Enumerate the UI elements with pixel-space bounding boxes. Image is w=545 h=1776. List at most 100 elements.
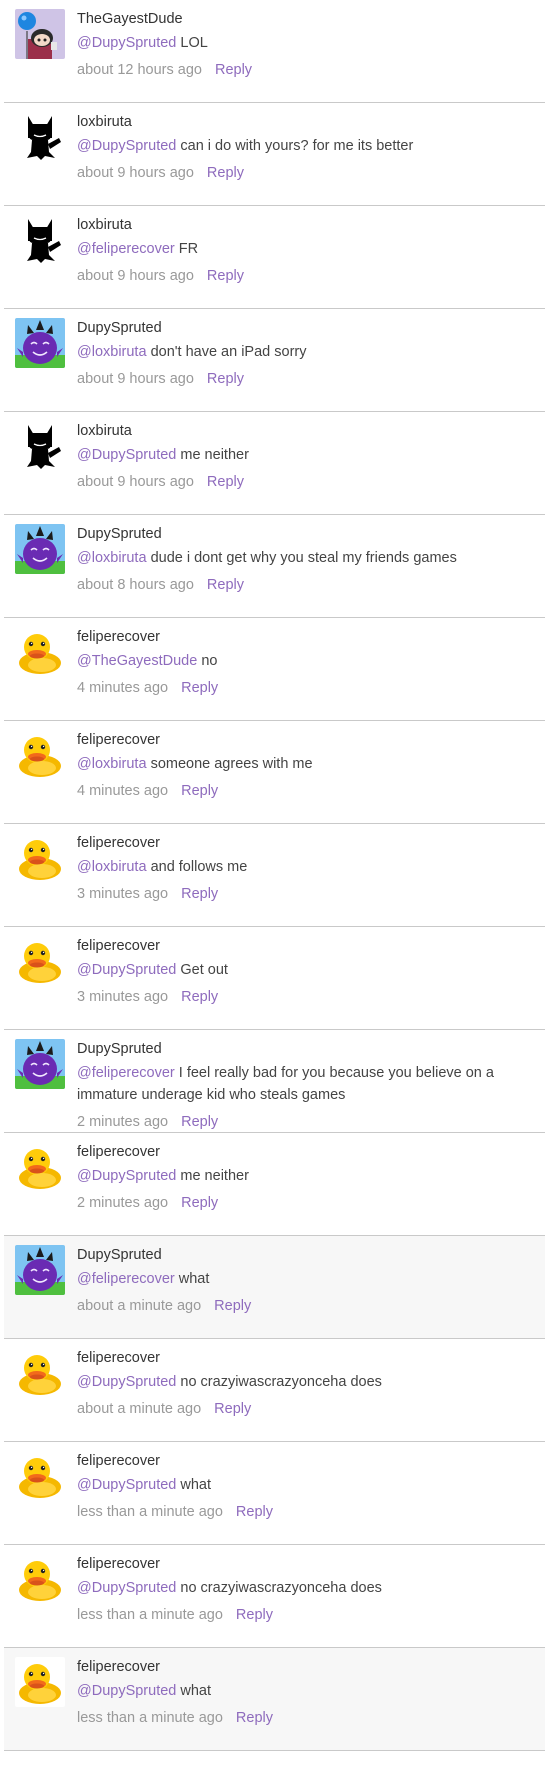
comment-meta: 2 minutes ago Reply	[77, 1192, 535, 1214]
mention-link[interactable]: @DupySpruted	[77, 1374, 176, 1390]
purple-creature-avatar[interactable]	[15, 524, 65, 574]
comment-username[interactable]: loxbiruta	[77, 113, 535, 131]
mention-link[interactable]: @DupySpruted	[77, 1580, 176, 1596]
comment-text: @feliperecover what	[77, 1268, 535, 1290]
comment-text: @DupySpruted no crazyiwascrazyonceha doe…	[77, 1577, 535, 1599]
comment-text: @loxbiruta someone agrees with me	[77, 753, 535, 775]
mention-link[interactable]: @DupySpruted	[77, 1168, 176, 1184]
comment-message: Get out	[180, 962, 228, 978]
mention-link[interactable]: @TheGayestDude	[77, 653, 197, 669]
comment-text: @feliperecover I feel really bad for you…	[77, 1062, 535, 1106]
reply-link[interactable]: Reply	[236, 1607, 273, 1623]
reply-link[interactable]: Reply	[215, 62, 252, 78]
comment-meta: about 8 hours ago Reply	[77, 574, 535, 596]
reply-link[interactable]: Reply	[214, 1298, 251, 1314]
mention-link[interactable]: @loxbiruta	[77, 550, 147, 566]
comment-username[interactable]: feliperecover	[77, 1658, 535, 1676]
comment-meta: less than a minute ago Reply	[77, 1501, 535, 1523]
mention-link[interactable]: @loxbiruta	[77, 756, 147, 772]
comment-item: feliperecover @TheGayestDude no 4 minutes …	[4, 618, 545, 721]
comment-username[interactable]: loxbiruta	[77, 216, 535, 234]
mention-link[interactable]: @loxbiruta	[77, 859, 147, 875]
reply-link[interactable]: Reply	[181, 886, 218, 902]
rubber-duck-avatar[interactable]	[15, 730, 65, 780]
comment-username[interactable]: loxbiruta	[77, 422, 535, 440]
purple-creature-avatar[interactable]	[15, 1039, 65, 1089]
reply-link[interactable]: Reply	[236, 1710, 273, 1726]
reply-link[interactable]: Reply	[214, 1401, 251, 1417]
reply-link[interactable]: Reply	[207, 371, 244, 387]
comment-username[interactable]: DupySpruted	[77, 525, 535, 543]
comment-username[interactable]: feliperecover	[77, 1143, 535, 1161]
comment-username[interactable]: feliperecover	[77, 1555, 535, 1573]
comment-meta: less than a minute ago Reply	[77, 1604, 535, 1626]
mention-link[interactable]: @feliperecover	[77, 241, 175, 257]
reply-link[interactable]: Reply	[181, 1195, 218, 1211]
reply-link[interactable]: Reply	[181, 680, 218, 696]
mention-link[interactable]: @feliperecover	[77, 1271, 175, 1287]
comment-username[interactable]: DupySpruted	[77, 1246, 535, 1264]
rubber-duck-avatar[interactable]	[15, 1142, 65, 1192]
black-cat-avatar[interactable]	[15, 112, 65, 162]
comment-item: feliperecover @DupySpruted me neither 2 mi…	[4, 1133, 545, 1236]
comment-meta: about 9 hours ago Reply	[77, 471, 535, 493]
comment-message: and follows me	[150, 859, 248, 875]
mention-link[interactable]: @DupySpruted	[77, 1477, 176, 1493]
mention-link[interactable]: @feliperecover	[77, 1065, 175, 1081]
mention-link[interactable]: @DupySpruted	[77, 962, 176, 978]
comment-username[interactable]: DupySpruted	[77, 319, 535, 337]
rubber-duck-avatar[interactable]	[15, 1657, 65, 1707]
comment-meta: 3 minutes ago Reply	[77, 986, 535, 1008]
rubber-duck-avatar[interactable]	[15, 1451, 65, 1501]
reply-link[interactable]: Reply	[181, 1114, 218, 1130]
reply-link[interactable]: Reply	[207, 474, 244, 490]
comment-username[interactable]: TheGayestDude	[77, 10, 535, 28]
comment-username[interactable]: feliperecover	[77, 834, 535, 852]
comment-timestamp: 2 minutes ago	[77, 1195, 169, 1211]
comment-list: TheGayestDude @DupySpruted LOL about 12 ho…	[0, 0, 545, 1751]
reply-link[interactable]: Reply	[181, 989, 218, 1005]
comment-item: loxbiruta @DupySpruted me neither about 9 …	[4, 412, 545, 515]
comment-timestamp: 3 minutes ago	[77, 989, 169, 1005]
comment-message: don't have an iPad sorry	[150, 344, 307, 360]
rubber-duck-avatar[interactable]	[15, 936, 65, 986]
comment-timestamp: about a minute ago	[77, 1401, 202, 1417]
comment-item: loxbiruta @DupySpruted can i do with your…	[4, 103, 545, 206]
comment-item: feliperecover @DupySpruted no crazyiwascr…	[4, 1339, 545, 1442]
rubber-duck-avatar[interactable]	[15, 627, 65, 677]
rubber-duck-avatar[interactable]	[15, 1554, 65, 1604]
character-avatar[interactable]	[15, 9, 65, 59]
purple-creature-avatar[interactable]	[15, 1245, 65, 1295]
mention-link[interactable]: @DupySpruted	[77, 1683, 176, 1699]
comment-username[interactable]: DupySpruted	[77, 1040, 535, 1058]
comment-timestamp: about a minute ago	[77, 1298, 202, 1314]
comment-message: no crazyiwascrazyonceha does	[180, 1580, 382, 1596]
comment-timestamp: less than a minute ago	[77, 1607, 223, 1623]
mention-link[interactable]: @DupySpruted	[77, 447, 176, 463]
comment-meta: less than a minute ago Reply	[77, 1707, 535, 1729]
comment-timestamp: about 9 hours ago	[77, 474, 194, 490]
rubber-duck-avatar[interactable]	[15, 833, 65, 883]
comment-item: feliperecover @loxbiruta and follows me 3 …	[4, 824, 545, 927]
mention-link[interactable]: @DupySpruted	[77, 138, 176, 154]
comment-username[interactable]: feliperecover	[77, 1452, 535, 1470]
comment-message: what	[178, 1271, 210, 1287]
comment-username[interactable]: feliperecover	[77, 628, 535, 646]
reply-link[interactable]: Reply	[207, 577, 244, 593]
black-cat-avatar[interactable]	[15, 421, 65, 471]
reply-link[interactable]: Reply	[181, 783, 218, 799]
black-cat-avatar[interactable]	[15, 215, 65, 265]
purple-creature-avatar[interactable]	[15, 318, 65, 368]
comment-username[interactable]: feliperecover	[77, 937, 535, 955]
comment-timestamp: about 9 hours ago	[77, 165, 194, 181]
reply-link[interactable]: Reply	[207, 165, 244, 181]
comment-timestamp: 3 minutes ago	[77, 886, 169, 902]
comment-username[interactable]: feliperecover	[77, 731, 535, 749]
mention-link[interactable]: @DupySpruted	[77, 35, 176, 51]
comment-username[interactable]: feliperecover	[77, 1349, 535, 1367]
reply-link[interactable]: Reply	[236, 1504, 273, 1520]
comment-text: @DupySpruted me neither	[77, 444, 535, 466]
mention-link[interactable]: @loxbiruta	[77, 344, 147, 360]
reply-link[interactable]: Reply	[207, 268, 244, 284]
rubber-duck-avatar[interactable]	[15, 1348, 65, 1398]
